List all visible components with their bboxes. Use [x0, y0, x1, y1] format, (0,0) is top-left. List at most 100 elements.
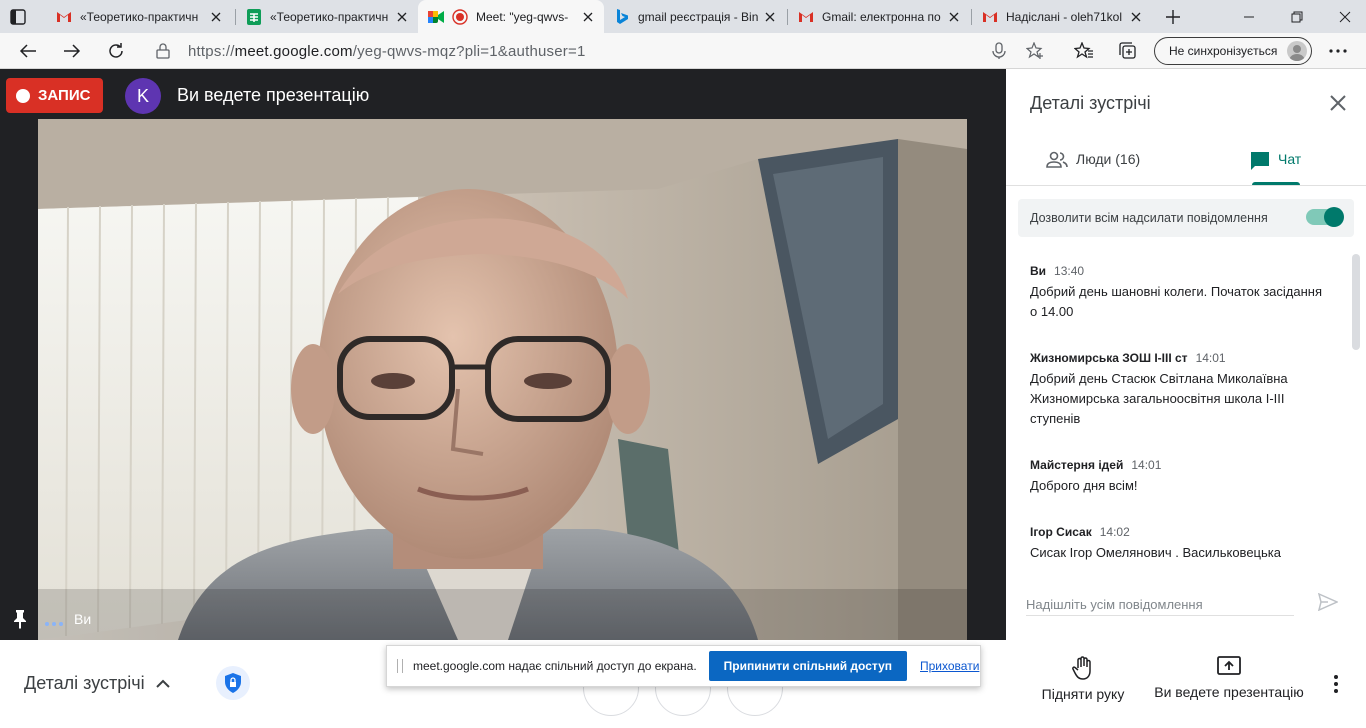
forward-icon[interactable]: [60, 39, 84, 63]
tab-title: Meet: "yeg-qwvs-: [476, 9, 569, 24]
message-text: Доброго дня всім!: [1030, 478, 1138, 493]
message-time: 14:02: [1099, 525, 1130, 539]
microphone-icon[interactable]: [990, 42, 1008, 60]
presenting-button[interactable]: Ви ведете презентацію: [1150, 656, 1308, 700]
profile-sync-button[interactable]: Не синхронізується: [1154, 37, 1312, 65]
close-tab-icon[interactable]: [946, 9, 962, 25]
screen-share-notification: meet.google.com надає спільний доступ до…: [386, 645, 981, 687]
restore-icon[interactable]: [1286, 6, 1308, 28]
close-window-icon[interactable]: [1334, 6, 1356, 28]
tab-chat[interactable]: Чат: [1250, 139, 1301, 185]
chat-message: Ви 13:40 Добрий день шановні колеги. Поча…: [1030, 264, 1330, 322]
divider: [1006, 185, 1366, 186]
chat-message: Жизномирська ЗОШ І-ІІІ ст 14:01 Добрий де…: [1030, 351, 1330, 429]
tab-title: «Теоретико-практичн: [270, 9, 389, 24]
audio-level-icon: [44, 615, 64, 626]
sync-status-label: Не синхронізується: [1169, 44, 1278, 58]
browser-tab-2[interactable]: «Теоретико-практичн: [236, 0, 418, 33]
tab-title: Надіслані - oleh71kol: [1006, 9, 1123, 24]
settings-more-icon[interactable]: [1326, 39, 1350, 63]
toggle-knob: [1324, 207, 1344, 227]
host-controls-shield-icon[interactable]: [216, 666, 250, 700]
close-icon[interactable]: [1328, 93, 1348, 113]
tab-title: gmail реєстрація - Bin: [638, 9, 758, 24]
tab-people-label: Люди (16): [1076, 151, 1141, 167]
tab-title: Gmail: електронна по: [822, 9, 941, 24]
presenting-label: Ви ведете презентацію: [1154, 684, 1304, 700]
browser-tab-strip: «Теоретико-практичн «Теоретико-практичн …: [0, 0, 1366, 33]
tab-actions-icon[interactable]: [8, 7, 28, 27]
chevron-up-icon: [155, 679, 170, 688]
bing-icon: [614, 8, 630, 25]
present-screen-icon: [1217, 656, 1241, 675]
gmail-icon: [982, 9, 998, 25]
message-text: Добрий день Стасюк Світлана Миколаївна Ж…: [1030, 371, 1288, 426]
chat-scrollbar[interactable]: [1352, 254, 1360, 350]
message-text: Добрий день шановні колеги. Початок засі…: [1030, 284, 1322, 319]
message-sender: Ігор Сисак: [1030, 525, 1092, 539]
close-tab-icon[interactable]: [762, 9, 778, 25]
refresh-icon[interactable]: [104, 39, 128, 63]
browser-tab-4[interactable]: gmail реєстрація - Bin: [604, 0, 786, 33]
url-text: https://meet.google.com/yeg-qwvs-mqz?pli…: [188, 43, 586, 60]
participant-video[interactable]: [38, 119, 967, 640]
self-name-label: Ви: [74, 611, 92, 627]
gmail-icon: [798, 9, 814, 25]
recording-indicator-icon: [452, 8, 468, 25]
panel-title: Деталі зустрічі: [1030, 93, 1151, 113]
gmail-icon: [56, 9, 72, 25]
recording-badge: ЗАПИС: [6, 78, 103, 113]
meeting-details-panel: Деталі зустрічі Люди (16) Чат Дозволити …: [1006, 69, 1366, 640]
close-tab-icon[interactable]: [580, 9, 596, 25]
browser-tab-1[interactable]: «Теоретико-практичн: [46, 0, 232, 33]
add-favorite-icon[interactable]: [1025, 41, 1044, 60]
back-icon[interactable]: [16, 39, 40, 63]
message-time: 13:40: [1054, 264, 1085, 278]
message-time: 14:01: [1131, 458, 1162, 472]
lock-icon[interactable]: [156, 43, 172, 59]
meet-icon: [428, 9, 444, 25]
drag-handle-icon[interactable]: [397, 659, 403, 673]
raise-hand-button[interactable]: Підняти руку: [1034, 656, 1132, 702]
allow-messages-label: Дозволити всім надсилати повідомлення: [1030, 211, 1268, 225]
raise-hand-label: Підняти руку: [1041, 686, 1125, 702]
new-tab-icon[interactable]: [1162, 6, 1184, 28]
presenter-avatar: K: [125, 78, 161, 114]
allow-messages-setting: Дозволити всім надсилати повідомлення: [1018, 199, 1354, 237]
more-options-icon[interactable]: [1326, 674, 1346, 694]
close-tab-icon[interactable]: [208, 9, 224, 25]
browser-tab-5[interactable]: Gmail: електронна по: [788, 0, 970, 33]
favorites-icon[interactable]: [1072, 39, 1096, 63]
meeting-details-label: Деталі зустрічі: [24, 673, 145, 693]
chat-input[interactable]: Надішліть усім повідомлення: [1026, 592, 1294, 616]
chat-message: Майстерня ідей 14:01 Доброго дня всім!: [1030, 458, 1330, 496]
send-icon[interactable]: [1317, 592, 1340, 613]
close-tab-icon[interactable]: [394, 9, 410, 25]
address-bar[interactable]: https://meet.google.com/yeg-qwvs-mqz?pli…: [144, 37, 1064, 65]
close-tab-icon[interactable]: [1128, 9, 1144, 25]
chat-message: Ігор Сисак 14:02 Сисак Ігор Омелянович . …: [1030, 525, 1330, 563]
sheets-icon: [246, 8, 262, 25]
meeting-details-button[interactable]: Деталі зустрічі: [24, 673, 171, 694]
share-notice-text: meet.google.com надає спільний доступ до…: [413, 659, 697, 673]
minimize-icon[interactable]: [1238, 6, 1260, 28]
pin-icon[interactable]: [12, 609, 28, 629]
message-time: 14:01: [1195, 351, 1226, 365]
message-sender: Жизномирська ЗОШ І-ІІІ ст: [1030, 351, 1188, 365]
presentation-title: Ви ведете презентацію: [177, 85, 370, 105]
browser-tab-6[interactable]: Надіслані - oleh71kol: [972, 0, 1152, 33]
allow-messages-toggle[interactable]: [1306, 207, 1344, 227]
browser-toolbar: https://meet.google.com/yeg-qwvs-mqz?pli…: [0, 33, 1366, 69]
hide-link[interactable]: Приховати: [920, 659, 979, 673]
browser-tab-3[interactable]: Meet: "yeg-qwvs-: [418, 0, 604, 33]
profile-avatar: [1287, 41, 1307, 61]
hand-icon: [1072, 656, 1091, 680]
meeting-stage: ЗАПИС K Ви ведете презентацію Ви: [0, 69, 1006, 640]
people-icon: [1046, 151, 1068, 168]
chat-icon: [1251, 152, 1269, 170]
message-text: Сисак Ігор Омелянович . Васильковецька: [1030, 545, 1281, 560]
stop-sharing-button[interactable]: Припинити спільний доступ: [708, 651, 907, 681]
tab-title: «Теоретико-практичн: [80, 9, 199, 24]
tab-people[interactable]: Люди (16): [1046, 139, 1140, 185]
collections-icon[interactable]: [1116, 39, 1140, 63]
